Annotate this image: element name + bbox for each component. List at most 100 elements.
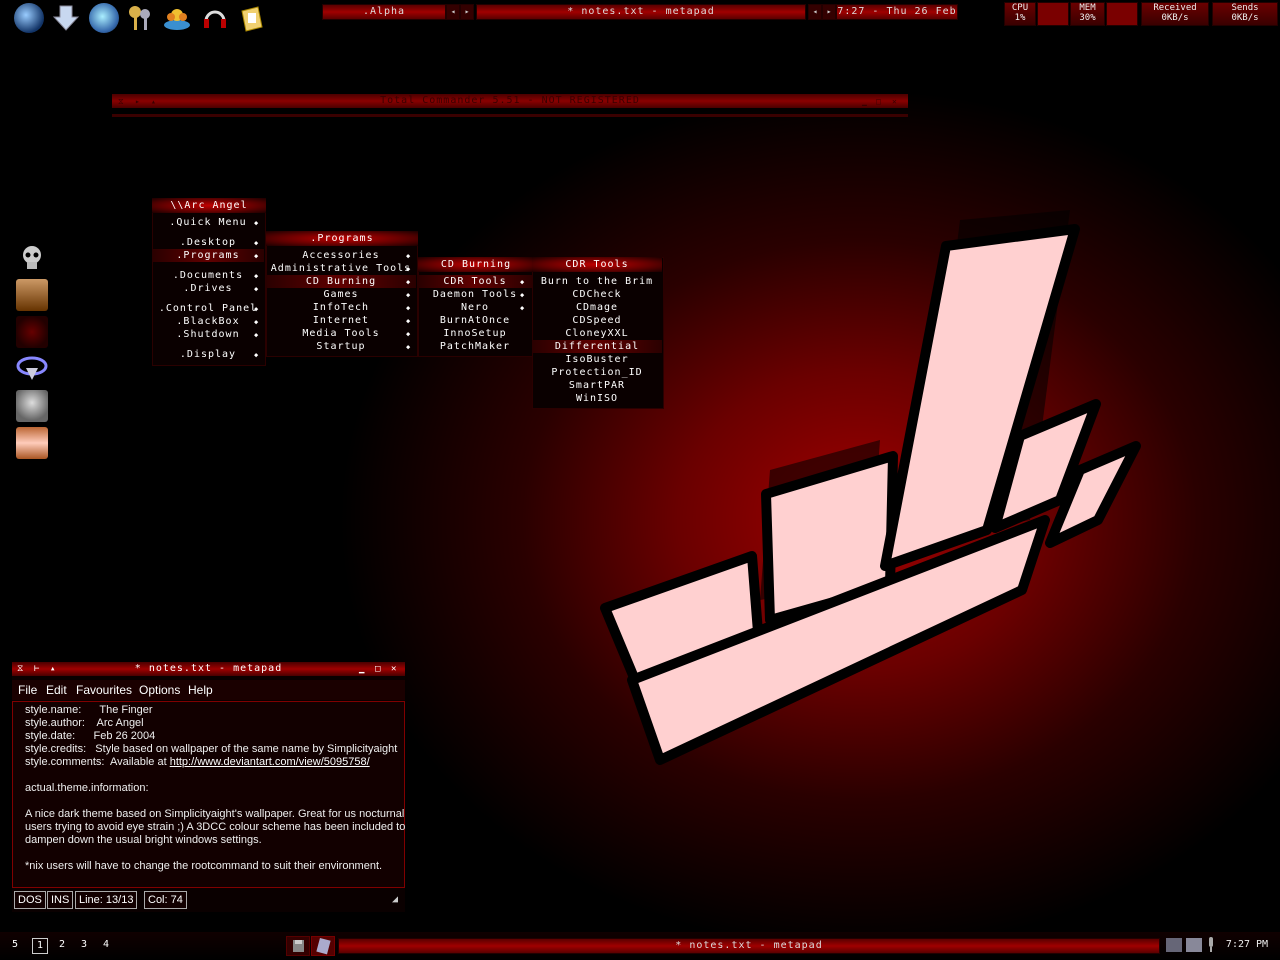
menu-item-drives[interactable]: .Drives <box>152 282 264 295</box>
totalcmd-titlebar[interactable]: Total Commander 5.51 - NOT REGISTERED <box>112 94 908 108</box>
menu-item-quick-menu[interactable]: .Quick Menu <box>152 216 264 229</box>
deviantart-link[interactable]: http://www.deviantart.com/view/5095758/ <box>170 756 370 768</box>
menu-item-startup[interactable]: Startup <box>266 340 416 353</box>
sends-value: 0KB/s <box>1231 13 1259 23</box>
submenu-arrow-icon: ◆ <box>254 252 259 260</box>
menu-item-infotech[interactable]: InfoTech <box>266 301 416 314</box>
menu-item-programs[interactable]: .Programs <box>152 249 264 262</box>
skull-icon[interactable] <box>16 242 48 274</box>
text-line: A nice dark theme based on Simplicityaig… <box>25 808 405 820</box>
blue-emblem-icon[interactable] <box>16 352 48 384</box>
comments-prefix: style.comments: Available at <box>25 756 170 768</box>
totalcmd-stick-icon[interactable]: ▸ <box>135 97 140 106</box>
menu-item-burnatonce[interactable]: BurnAtOnce <box>418 314 532 327</box>
window-prev-button[interactable]: ◂ <box>808 4 822 20</box>
metapad-close-icon[interactable]: ✕ <box>391 664 396 674</box>
metapad-text-area[interactable]: style.name: The Finger style.author: Arc… <box>12 701 405 888</box>
menu-item-documents[interactable]: .Documents <box>152 269 264 282</box>
keys-icon[interactable] <box>125 3 155 33</box>
menu-favourites[interactable]: Favourites <box>76 683 132 697</box>
menu-item-isobuster[interactable]: IsoBuster <box>532 353 662 366</box>
metapad-titlebar[interactable]: * notes.txt - metapad <box>12 662 405 676</box>
workspace-prev-button[interactable]: ◂ <box>446 4 460 20</box>
totalcmd-minimize-icon[interactable]: ▁ <box>862 97 867 106</box>
globe-icon[interactable] <box>14 3 44 33</box>
menu-item-cdcheck[interactable]: CDCheck <box>532 288 662 301</box>
submenu-arrow-icon: ◆ <box>406 330 411 338</box>
metapad-task-icon[interactable] <box>311 936 335 956</box>
submenu-arrow-icon: ◆ <box>520 291 525 299</box>
browser-icon[interactable] <box>89 3 119 33</box>
menu-item-desktop[interactable]: .Desktop <box>152 236 264 249</box>
workspace-2[interactable]: 2 <box>55 938 69 952</box>
taskbar-active-task[interactable]: * notes.txt - metapad <box>338 938 1160 954</box>
demon-face-icon[interactable] <box>16 279 48 311</box>
totalcmd-shade-icon[interactable]: ▴ <box>151 97 156 106</box>
text-line: *nix users will have to change the rootc… <box>25 860 383 872</box>
menu-item-internet[interactable]: Internet <box>266 314 416 327</box>
red-orb-icon[interactable] <box>16 316 48 348</box>
workspace-next-button[interactable]: ▸ <box>460 4 474 20</box>
menu-help[interactable]: Help <box>188 683 213 697</box>
download-arrow-icon[interactable] <box>51 3 81 33</box>
menu-item-shutdown[interactable]: .Shutdown <box>152 328 264 341</box>
woman-face-icon[interactable] <box>16 427 48 459</box>
menu-item-cdr-tools[interactable]: CDR Tools <box>418 275 532 288</box>
text-line: users trying to avoid eye strain ;) A 3D… <box>25 821 406 833</box>
tray-network-icon[interactable] <box>1166 938 1182 952</box>
top-clock: 7:27 - Thu 26 Feb <box>836 4 958 20</box>
menu-item-display[interactable]: .Display <box>152 348 264 361</box>
menu-item-cdmage[interactable]: CDmage <box>532 301 662 314</box>
submenu-arrow-icon: ◆ <box>520 278 525 286</box>
flower-icon[interactable] <box>162 3 192 33</box>
menu-edit[interactable]: Edit <box>46 683 67 697</box>
menu-item-media-tools[interactable]: Media Tools <box>266 327 416 340</box>
submenu-arrow-icon: ◆ <box>406 278 411 286</box>
totalcmd-close-icon[interactable]: ✕ <box>892 97 897 106</box>
menu-item-patchmaker[interactable]: PatchMaker <box>418 340 532 353</box>
floppy-icon[interactable] <box>286 936 310 956</box>
tray-tool-icon[interactable] <box>1186 938 1202 952</box>
metapad-menubar: File Edit Favourites Options Help <box>12 680 405 700</box>
menu-item-daemon-tools[interactable]: Daemon Tools <box>418 288 532 301</box>
totalcmd-pin-icon[interactable]: ⧖ <box>118 97 124 107</box>
menu-item-nero[interactable]: Nero <box>418 301 532 314</box>
workspace-1[interactable]: 1 <box>32 938 48 954</box>
menu-options[interactable]: Options <box>139 683 180 697</box>
menu-item-winiso[interactable]: WinISO <box>532 392 662 405</box>
totalcmd-maximize-icon[interactable]: □ <box>876 97 881 106</box>
menu-file[interactable]: File <box>18 683 37 697</box>
headset-icon[interactable] <box>200 3 230 33</box>
metapad-shade-icon[interactable]: ▴ <box>50 664 55 674</box>
menu-item-smartpar[interactable]: SmartPAR <box>532 379 662 392</box>
metapad-stick-icon[interactable]: ⊢ <box>34 664 39 674</box>
tray-volume-icon[interactable] <box>1206 937 1216 953</box>
window-next-button[interactable]: ▸ <box>822 4 836 20</box>
menu-item-differential[interactable]: Differential <box>532 340 662 353</box>
folder-note-icon[interactable] <box>236 3 266 33</box>
menu-item-control-panel[interactable]: .Control Panel <box>152 302 264 315</box>
resize-grip-icon[interactable]: ◢ <box>392 894 398 905</box>
menu-item-burn-to-the-brim[interactable]: Burn to the Brim <box>532 275 662 288</box>
menu-item-cloneyxxl[interactable]: CloneyXXL <box>532 327 662 340</box>
menu-item-cdspeed[interactable]: CDSpeed <box>532 314 662 327</box>
root-menu-title: \\Arc Angel <box>152 198 266 213</box>
workspace-5[interactable]: 5 <box>8 938 22 952</box>
menu-item-innosetup[interactable]: InnoSetup <box>418 327 532 340</box>
menu-item-games[interactable]: Games <box>266 288 416 301</box>
metapad-pin-icon[interactable]: ⧖ <box>17 664 23 674</box>
workspace-label[interactable]: .Alpha <box>322 4 446 20</box>
metapad-minimize-icon[interactable]: ▁ <box>359 664 364 674</box>
menu-item-accessories[interactable]: Accessories <box>266 249 416 262</box>
metapad-maximize-icon[interactable]: □ <box>375 664 380 674</box>
robot-head-icon[interactable] <box>16 390 48 422</box>
menu-item-administrative-tools[interactable]: Administrative Tools <box>266 262 416 275</box>
active-window-title[interactable]: * notes.txt - metapad <box>476 4 806 20</box>
menu-item-blackbox[interactable]: .BlackBox <box>152 315 264 328</box>
menu-item-cd-burning[interactable]: CD Burning <box>266 275 416 288</box>
cd-burning-menu-title: CD Burning <box>418 257 534 272</box>
menu-item-protection-id[interactable]: Protection_ID <box>532 366 662 379</box>
workspace-4[interactable]: 4 <box>99 938 113 952</box>
submenu-arrow-icon: ◆ <box>254 219 259 227</box>
workspace-3[interactable]: 3 <box>77 938 91 952</box>
